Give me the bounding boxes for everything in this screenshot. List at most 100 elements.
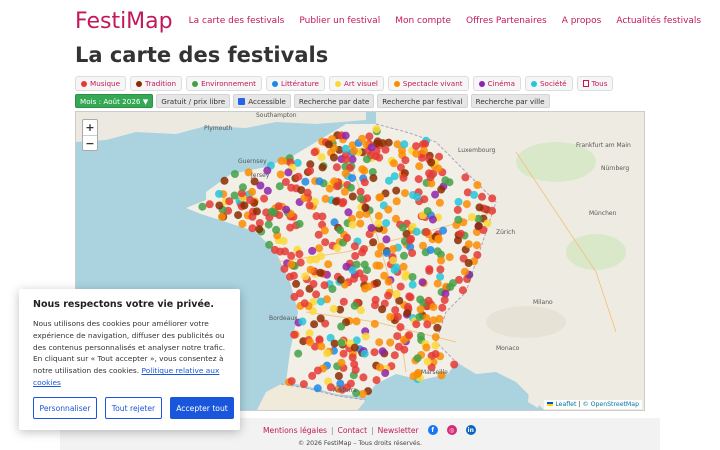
- festival-marker[interactable]: [318, 163, 327, 172]
- festival-marker[interactable]: [415, 162, 424, 171]
- linkedin-icon[interactable]: in: [465, 425, 476, 435]
- festival-marker[interactable]: [431, 350, 440, 358]
- festival-marker[interactable]: [392, 186, 401, 195]
- festival-marker[interactable]: [317, 342, 326, 351]
- festival-marker[interactable]: [295, 250, 304, 259]
- festival-marker[interactable]: [341, 131, 350, 140]
- festival-marker[interactable]: [238, 219, 247, 228]
- leaflet-link[interactable]: Leaflet: [555, 401, 576, 408]
- festival-marker[interactable]: [320, 281, 329, 290]
- festival-marker[interactable]: [454, 197, 463, 206]
- nav-link-actualites[interactable]: Actualités festivals: [616, 16, 701, 26]
- festival-marker[interactable]: [308, 371, 317, 380]
- festival-marker[interactable]: [356, 194, 365, 203]
- festival-marker[interactable]: [426, 246, 435, 254]
- festival-marker[interactable]: [454, 215, 463, 224]
- festival-marker[interactable]: [470, 190, 479, 199]
- site-logo[interactable]: FestiMap: [75, 9, 173, 34]
- festival-marker[interactable]: [289, 271, 298, 280]
- festival-marker[interactable]: [277, 156, 286, 165]
- festival-marker[interactable]: [306, 338, 315, 347]
- festival-marker[interactable]: [284, 168, 293, 177]
- festival-marker[interactable]: [336, 226, 345, 235]
- festival-marker[interactable]: [431, 190, 440, 199]
- festival-marker[interactable]: [339, 349, 348, 358]
- festival-marker[interactable]: [376, 193, 385, 202]
- festival-marker[interactable]: [399, 262, 408, 271]
- category-chip-tous[interactable]: Tous: [576, 76, 614, 91]
- festival-marker[interactable]: [316, 268, 325, 277]
- zoom-in-button[interactable]: +: [83, 120, 97, 135]
- festival-marker[interactable]: [431, 333, 440, 342]
- festival-marker[interactable]: [437, 256, 446, 265]
- festival-marker[interactable]: [306, 265, 315, 274]
- festival-marker[interactable]: [238, 183, 247, 192]
- reject-all-button[interactable]: Tout rejeter: [105, 397, 162, 419]
- category-chip-environnement[interactable]: Environnement: [186, 76, 262, 91]
- festival-marker[interactable]: [403, 309, 412, 318]
- festival-marker[interactable]: [474, 221, 483, 230]
- festival-marker[interactable]: [440, 296, 449, 304]
- festival-marker[interactable]: [398, 223, 407, 232]
- festival-marker[interactable]: [468, 213, 476, 222]
- festival-marker[interactable]: [458, 286, 467, 295]
- festival-marker[interactable]: [460, 267, 469, 276]
- festival-marker[interactable]: [433, 323, 442, 332]
- festival-marker[interactable]: [421, 139, 430, 148]
- festival-marker[interactable]: [406, 293, 415, 302]
- festival-marker[interactable]: [400, 251, 408, 260]
- festival-marker[interactable]: [325, 184, 334, 193]
- accept-all-button[interactable]: Accepter tout: [170, 397, 234, 419]
- instagram-icon[interactable]: ◎: [446, 425, 457, 435]
- festival-marker[interactable]: [281, 178, 290, 186]
- festival-marker[interactable]: [333, 244, 342, 252]
- festival-marker[interactable]: [434, 164, 443, 173]
- festival-marker[interactable]: [385, 176, 393, 185]
- category-chip-spectacle-vivant[interactable]: Spectacle vivant: [387, 76, 469, 91]
- festival-marker[interactable]: [274, 202, 283, 211]
- festival-marker[interactable]: [294, 172, 303, 181]
- festival-marker[interactable]: [412, 320, 421, 329]
- festival-marker[interactable]: [313, 384, 322, 393]
- festival-marker[interactable]: [423, 207, 432, 216]
- festival-marker[interactable]: [225, 197, 234, 206]
- festival-marker[interactable]: [425, 266, 434, 275]
- festival-marker[interactable]: [260, 194, 269, 203]
- festival-marker[interactable]: [358, 248, 367, 257]
- festival-marker[interactable]: [384, 277, 393, 286]
- festival-marker[interactable]: [315, 177, 324, 186]
- festival-marker[interactable]: [287, 377, 296, 386]
- festival-marker[interactable]: [416, 305, 425, 314]
- festival-marker[interactable]: [445, 253, 454, 262]
- search-by-festival-button[interactable]: Recherche par festival: [377, 94, 468, 108]
- festival-marker[interactable]: [298, 317, 307, 326]
- festival-marker[interactable]: [408, 249, 417, 257]
- festival-marker[interactable]: [431, 341, 440, 350]
- festival-marker[interactable]: [280, 264, 289, 273]
- festival-marker[interactable]: [406, 236, 415, 245]
- festival-marker[interactable]: [371, 295, 380, 304]
- festival-marker[interactable]: [405, 331, 414, 340]
- festival-marker[interactable]: [348, 174, 357, 183]
- festival-marker[interactable]: [337, 338, 346, 347]
- festival-marker[interactable]: [351, 252, 360, 260]
- festival-marker[interactable]: [292, 279, 301, 288]
- customize-cookies-button[interactable]: Personnaliser: [33, 397, 97, 419]
- month-select[interactable]: Mois : Août 2026 ▼: [75, 94, 154, 108]
- festival-marker[interactable]: [413, 193, 422, 201]
- festival-marker[interactable]: [370, 348, 379, 357]
- festival-marker[interactable]: [450, 360, 459, 369]
- festival-marker[interactable]: [401, 156, 410, 165]
- festival-marker[interactable]: [424, 296, 433, 305]
- newsletter-link[interactable]: Newsletter: [378, 426, 419, 435]
- festival-marker[interactable]: [282, 205, 291, 214]
- festival-marker[interactable]: [413, 354, 422, 363]
- festival-marker[interactable]: [364, 282, 373, 291]
- festival-marker[interactable]: [316, 314, 325, 323]
- festival-marker[interactable]: [433, 279, 442, 288]
- festival-marker[interactable]: [350, 242, 359, 251]
- festival-marker[interactable]: [332, 197, 341, 206]
- festival-marker[interactable]: [344, 208, 353, 217]
- festival-marker[interactable]: [426, 173, 435, 182]
- festival-marker[interactable]: [436, 265, 445, 274]
